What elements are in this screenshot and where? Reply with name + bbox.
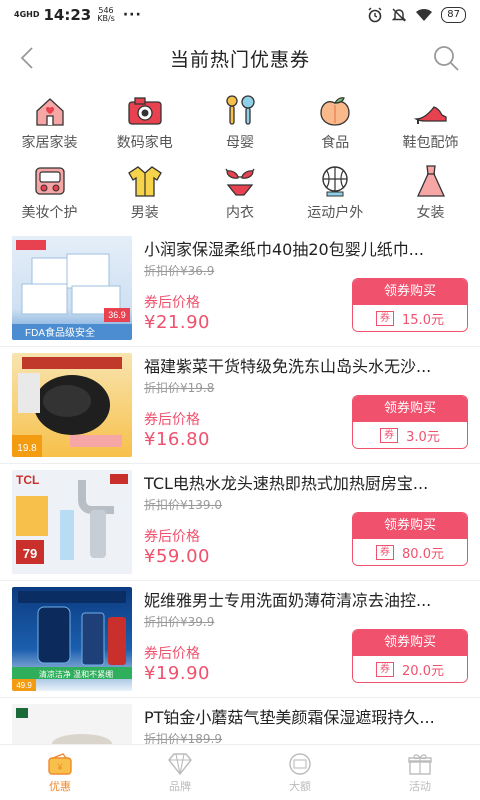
basketball-icon: [316, 164, 354, 198]
tab-activity[interactable]: 活动: [360, 745, 480, 800]
alarm-icon: [368, 7, 382, 23]
search-icon[interactable]: [430, 42, 462, 74]
product-title: TCL电热水龙头速热即热式加热厨房宝...: [144, 474, 429, 493]
product-title: 小润家保湿柔纸巾40抽20包婴儿纸巾...: [144, 240, 424, 259]
house-icon: [31, 94, 69, 128]
category-underwear[interactable]: 内衣: [193, 164, 288, 234]
list-item[interactable]: 36.9 FDA食品级安全 小润家保湿柔纸巾40抽20包婴儿纸巾... 折扣价¥…: [0, 230, 480, 347]
after-coupon-label: 券后价格: [144, 646, 200, 662]
battery-indicator: 87: [441, 7, 466, 23]
wifi-icon: [416, 8, 433, 21]
product-title: PT铂金小蘑菇气垫美颜霜保湿遮瑕持久...: [144, 708, 435, 727]
coupon-tag: 券: [376, 311, 395, 326]
dress-icon: [412, 164, 450, 198]
coupon-tag: 券: [376, 545, 395, 560]
product-title: 福建紫菜干货特级免洗东山岛头水无沙...: [144, 357, 432, 376]
list-item[interactable]: TCL 79 TCL电热水龙头速热即热式加热厨房宝... 折扣价¥139.0 券…: [0, 464, 480, 581]
after-coupon-price: ¥19.90: [144, 663, 210, 684]
original-price: 折扣价¥19.8: [144, 381, 215, 395]
coupon-value: 80.0元: [402, 547, 444, 562]
chevron-left-icon[interactable]: [14, 44, 42, 72]
after-coupon-price: ¥21.90: [144, 312, 210, 333]
svg-text:清凉洁净 温和不紧绷: 清凉洁净 温和不紧绷: [39, 669, 113, 679]
coupon-tag: 券: [376, 662, 395, 677]
tab-large[interactable]: 大额: [240, 745, 360, 800]
original-price: 折扣价¥36.9: [144, 264, 215, 278]
status-bar: 4GHD 14:23 546 KB/s ··· 87: [0, 0, 480, 30]
network-indicator: 4GHD: [14, 10, 40, 19]
peach-icon: [316, 94, 354, 128]
category-food[interactable]: 食品: [288, 94, 383, 164]
get-coupon-label: 领券购买: [353, 630, 467, 656]
svg-text:TCL: TCL: [16, 473, 39, 487]
svg-text:79: 79: [23, 546, 37, 561]
baby-bottle-icon: [221, 94, 259, 128]
product-image: 19.8: [12, 353, 132, 457]
category-digital[interactable]: 数码家电: [97, 94, 192, 164]
category-shoes-bags[interactable]: 鞋包配饰: [383, 94, 478, 164]
category-womenswear[interactable]: 女装: [383, 164, 478, 234]
get-coupon-label: 领券购买: [353, 279, 467, 305]
get-coupon-button[interactable]: 领券购买 券 80.0元: [352, 512, 468, 566]
original-price: 折扣价¥139.0: [144, 498, 222, 512]
svg-text:¥: ¥: [56, 762, 63, 772]
product-image: 清凉洁净 温和不紧绷 49.9: [12, 587, 132, 691]
product-image: TCL 79: [12, 470, 132, 574]
tab-brand[interactable]: 品牌: [120, 745, 240, 800]
mute-icon: [391, 8, 407, 22]
get-coupon-button[interactable]: 领券购买 券 3.0元: [352, 395, 468, 449]
tab-discount[interactable]: ¥ 优惠: [0, 745, 120, 800]
original-price: 折扣价¥39.9: [144, 615, 215, 629]
svg-text:FDA食品级安全: FDA食品级安全: [25, 326, 95, 339]
after-coupon-label: 券后价格: [144, 295, 200, 311]
svg-text:49.9: 49.9: [16, 681, 32, 690]
category-beauty[interactable]: 美妆个护: [2, 164, 97, 234]
gift-icon: [408, 753, 432, 775]
title-bar: 当前热门优惠券: [0, 30, 480, 86]
coupon-value: 20.0元: [402, 664, 444, 679]
category-home[interactable]: 家居家装: [2, 94, 97, 164]
page-title: 当前热门优惠券: [169, 48, 310, 71]
product-title: 妮维雅男士专用洗面奶薄荷清凉去油控...: [144, 591, 432, 610]
diamond-icon: [168, 752, 192, 775]
after-coupon-price: ¥59.00: [144, 546, 210, 567]
get-coupon-button[interactable]: 领券购买 券 20.0元: [352, 629, 468, 683]
coupon-value: 15.0元: [402, 313, 444, 328]
coupon-tag: 券: [380, 428, 399, 443]
svg-text:19.8: 19.8: [17, 443, 37, 454]
category-grid: 家居家装 数码家电 母婴 食品 鞋包配饰 美妆个护 男装 内衣 运动户外 女装: [0, 94, 480, 234]
camera-icon: [126, 94, 164, 128]
category-menswear[interactable]: 男装: [97, 164, 192, 234]
get-coupon-button[interactable]: 领券购买 券 15.0元: [352, 278, 468, 332]
after-coupon-price: ¥16.80: [144, 429, 210, 450]
get-coupon-label: 领券购买: [353, 513, 467, 539]
clock: 14:23: [43, 6, 92, 24]
list-item[interactable]: 19.8 福建紫菜干货特级免洗东山岛头水无沙... 折扣价¥19.8 券后价格 …: [0, 347, 480, 464]
product-list: 36.9 FDA食品级安全 小润家保湿柔纸巾40抽20包婴儿纸巾... 折扣价¥…: [0, 230, 480, 800]
cosmetics-icon: [31, 164, 69, 198]
get-coupon-label: 领券购买: [353, 396, 467, 422]
category-baby[interactable]: 母婴: [193, 94, 288, 164]
notification-dots: ···: [122, 7, 142, 23]
after-coupon-label: 券后价格: [144, 412, 200, 428]
category-sports[interactable]: 运动户外: [288, 164, 383, 234]
high-heel-icon: [412, 94, 450, 128]
product-image: 36.9 FDA食品级安全: [12, 236, 132, 340]
shirt-icon: [126, 164, 164, 198]
bikini-icon: [221, 164, 259, 198]
network-speed: 546 KB/s: [97, 6, 115, 23]
bottom-nav: ¥ 优惠 品牌 大额 活动: [0, 744, 480, 800]
coupon-icon: [289, 752, 311, 775]
list-item[interactable]: 清凉洁净 温和不紧绷 49.9 妮维雅男士专用洗面奶薄荷清凉去油控... 折扣价…: [0, 581, 480, 698]
svg-text:36.9: 36.9: [108, 310, 126, 320]
coupon-value: 3.0元: [406, 430, 440, 445]
after-coupon-label: 券后价格: [144, 529, 200, 545]
wallet-icon: ¥: [48, 752, 72, 775]
